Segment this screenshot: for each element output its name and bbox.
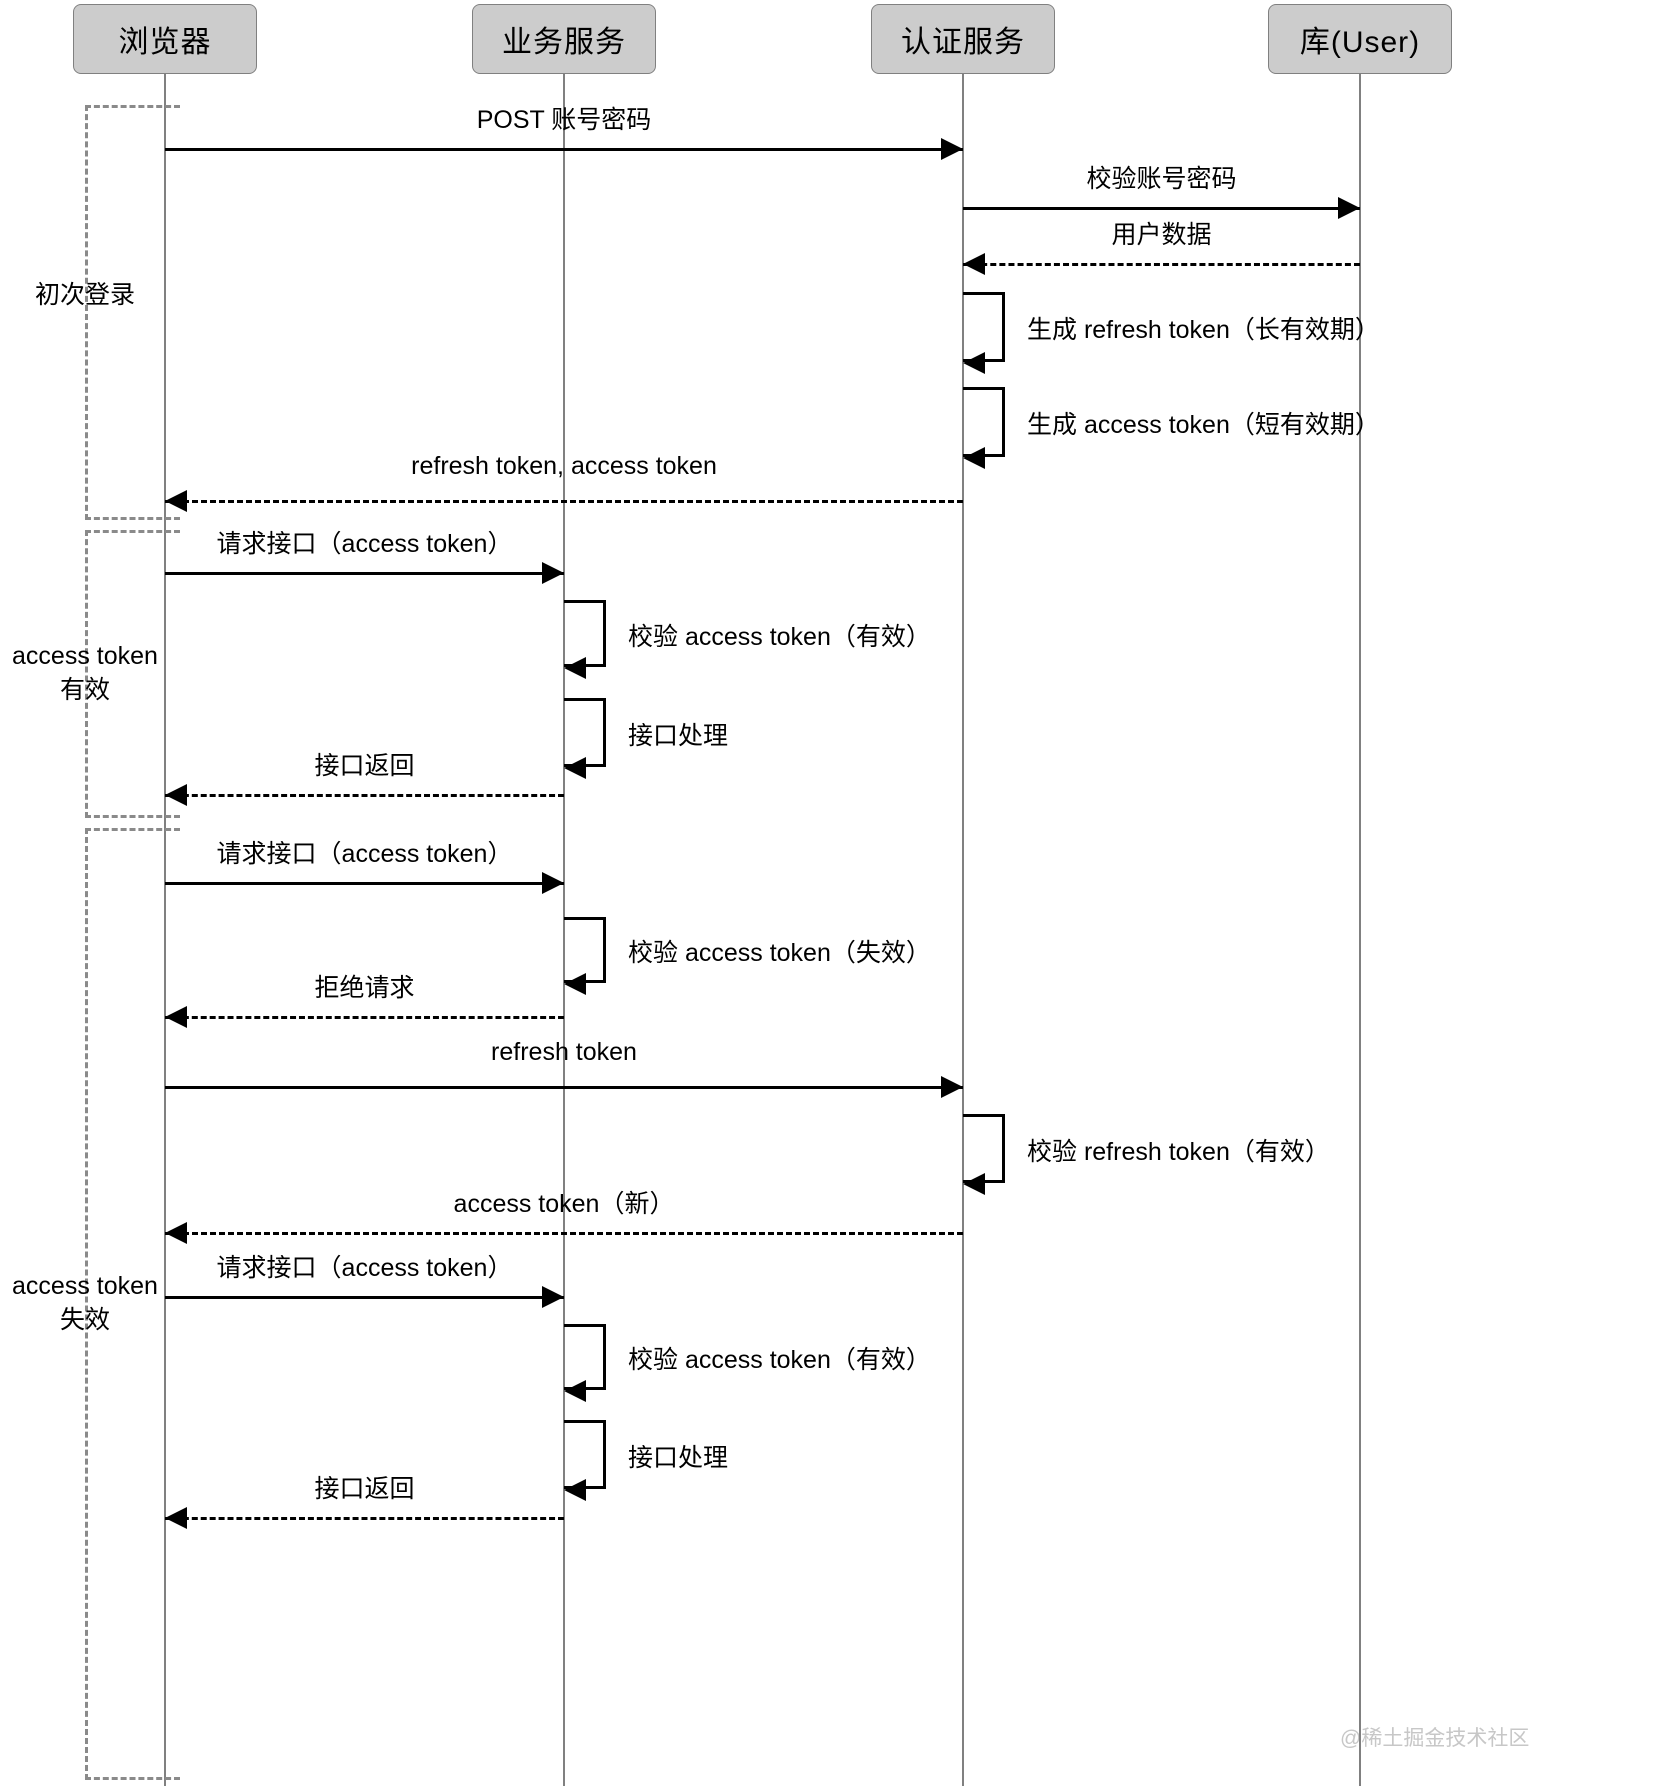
self-call-label-s1: 生成 refresh token（长有效期）: [1027, 316, 1380, 344]
message-line-m1: [165, 148, 963, 151]
self-call-label-s7: 校验 access token（有效）: [628, 1346, 931, 1374]
message-label-m12: 接口返回: [314, 1475, 415, 1503]
message-label-m2: 校验账号密码: [1086, 165, 1237, 193]
fragment-label-first-login: 初次登录: [34, 280, 135, 309]
message-label-m4: refresh token, access token: [411, 452, 717, 480]
watermark: @稀土掘金技术社区: [1340, 1727, 1530, 1750]
message-label-m8: 拒绝请求: [314, 974, 415, 1002]
self-call-arrow-s8: [564, 1479, 586, 1501]
message-line-m4: [165, 500, 963, 503]
message-line-m7: [165, 882, 564, 885]
fragment-label-token-expired: access token 失效: [12, 1272, 158, 1334]
self-call-label-s2: 生成 access token（短有效期）: [1027, 411, 1380, 439]
participant-browser[interactable]: 浏览器: [73, 4, 257, 74]
self-call-arrow-s7: [564, 1380, 586, 1402]
sequence-diagram-canvas: @稀土掘金技术社区 初次登录 access token 有效 access toke…: [0, 0, 1656, 1786]
message-label-m5: 请求接口（access token）: [216, 530, 513, 558]
arrow-head-m2: [1338, 197, 1360, 219]
self-call-label-s6: 校验 refresh token（有效）: [1027, 1137, 1330, 1166]
message-line-m11: [165, 1296, 564, 1299]
arrow-head-m4: [165, 490, 187, 512]
arrow-head-m9: [941, 1076, 963, 1098]
self-call-arrow-s3: [564, 657, 586, 679]
message-line-m8: [165, 1016, 564, 1019]
arrow-head-m8: [165, 1006, 187, 1028]
fragment-bracket-first-login: [85, 105, 180, 520]
message-line-m10: [165, 1232, 963, 1235]
arrow-head-m11: [542, 1286, 564, 1308]
self-call-label-s8: 接口处理: [628, 1443, 729, 1472]
fragment-label-token-valid: access token 有效: [12, 642, 158, 704]
self-call-arrow-s6: [963, 1173, 985, 1195]
participant-auth[interactable]: 认证服务: [871, 4, 1055, 74]
message-line-m12: [165, 1517, 564, 1520]
arrow-head-m3: [963, 253, 985, 275]
message-label-m10: access token（新）: [453, 1190, 675, 1218]
message-line-m2: [963, 207, 1360, 210]
participant-db[interactable]: 库(User): [1268, 4, 1452, 74]
message-label-m11: 请求接口（access token）: [216, 1254, 513, 1282]
arrow-head-m12: [165, 1507, 187, 1529]
message-label-m7: 请求接口（access token）: [216, 840, 513, 868]
message-label-m9: refresh token: [491, 1038, 637, 1066]
message-line-m9: [165, 1086, 963, 1089]
self-call-arrow-s5: [564, 973, 586, 995]
arrow-head-m6: [165, 784, 187, 806]
message-label-m3: 用户数据: [1111, 221, 1212, 249]
arrow-head-m1: [941, 138, 963, 160]
message-line-m5: [165, 572, 564, 575]
self-call-arrow-s2: [963, 447, 985, 469]
self-call-label-s3: 校验 access token（有效）: [628, 622, 931, 651]
self-call-label-s5: 校验 access token（失效）: [628, 939, 931, 967]
message-line-m3: [963, 263, 1360, 266]
arrow-head-m5: [542, 562, 564, 584]
arrow-head-m10: [165, 1222, 187, 1244]
message-label-m6: 接口返回: [314, 752, 415, 780]
participant-business[interactable]: 业务服务: [472, 4, 656, 74]
message-label-m1: POST 账号密码: [476, 106, 652, 134]
self-call-label-s4: 接口处理: [628, 721, 729, 750]
self-call-arrow-s1: [963, 352, 985, 374]
message-line-m6: [165, 794, 564, 797]
arrow-head-m7: [542, 872, 564, 894]
self-call-arrow-s4: [564, 757, 586, 779]
